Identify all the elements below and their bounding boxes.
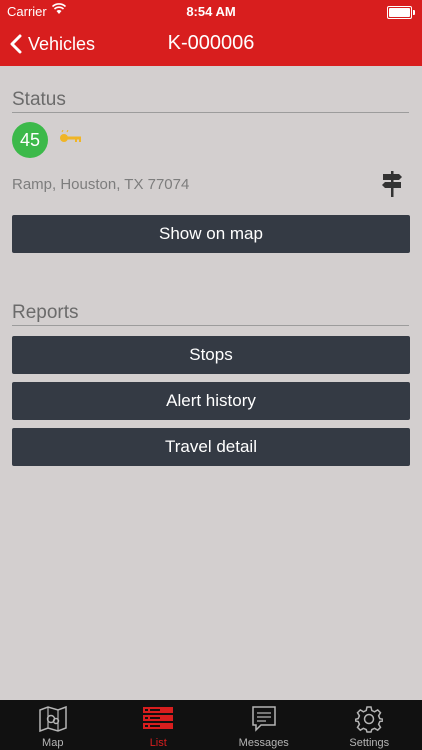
stops-button[interactable]: Stops [12,336,410,374]
ignition-key-icon [59,129,83,151]
tab-list[interactable]: List [106,700,212,750]
battery-icon [387,6,415,19]
speed-badge: 45 [12,122,48,158]
vehicle-detail-screen: Carrier 8:54 AM Vehicles K-000006 Status… [0,0,422,750]
messages-icon [251,705,277,736]
show-on-map-button[interactable]: Show on map [12,215,410,253]
signpost-icon[interactable] [381,170,403,203]
tab-list-label: List [149,737,167,749]
tab-bar: Map List Messages Settings [0,700,422,750]
travel-detail-button[interactable]: Travel detail [12,428,410,466]
status-section-header: Status [12,89,409,113]
reports-section-header: Reports [12,302,409,326]
page-title: K-000006 [167,32,255,54]
status-bar: Carrier 8:54 AM [0,0,422,22]
tab-map[interactable]: Map [0,700,106,750]
alert-history-button[interactable]: Alert history [12,382,410,420]
clock: 8:54 AM [186,4,236,19]
tab-settings-label: Settings [349,737,390,749]
tab-settings[interactable]: Settings [317,700,422,750]
map-icon [38,705,68,736]
tab-messages-label: Messages [238,737,289,749]
list-icon [142,705,174,734]
tab-messages[interactable]: Messages [211,700,317,750]
tab-map-label: Map [42,737,64,749]
settings-icon [355,705,384,736]
vehicle-address: Ramp, Houston, TX 77074 [12,176,190,193]
navigation-bar: Vehicles K-000006 [0,22,422,66]
